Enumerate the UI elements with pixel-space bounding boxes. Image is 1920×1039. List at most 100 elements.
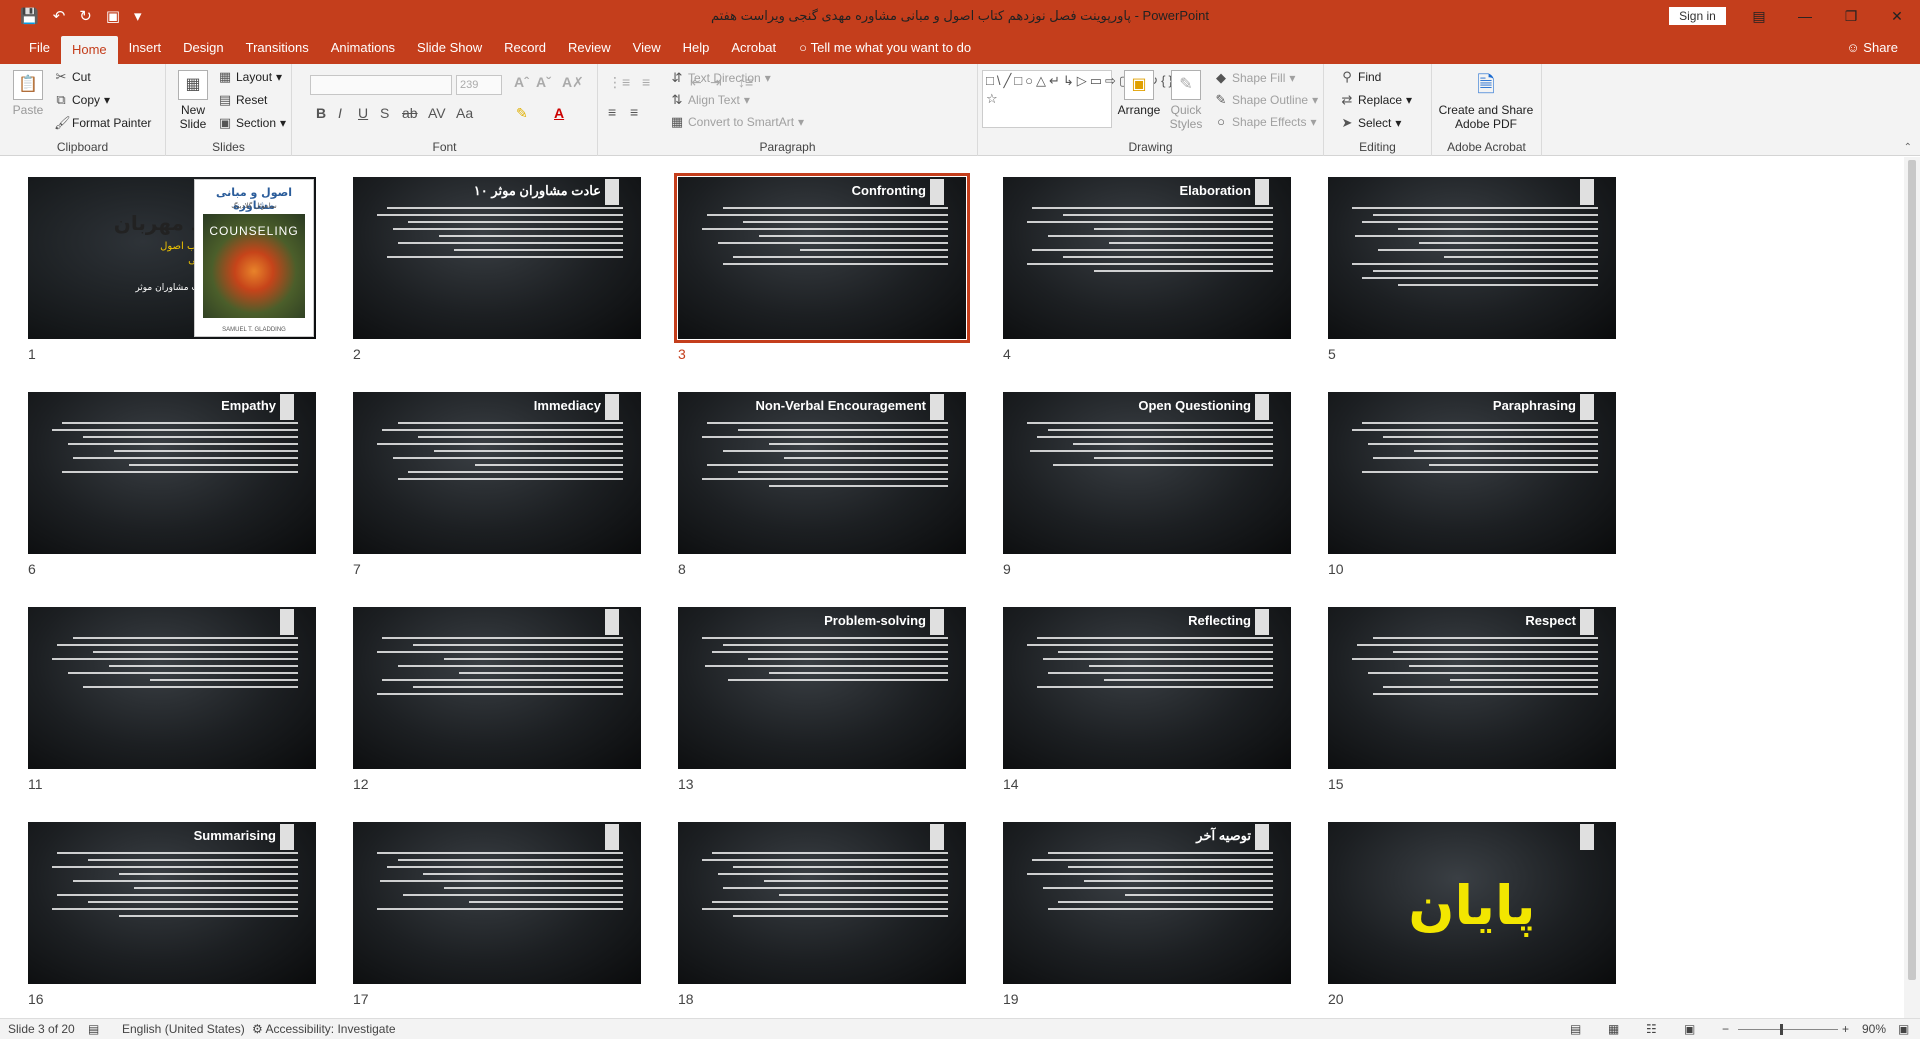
align-center-icon[interactable]: ≡	[630, 104, 638, 120]
slide-thumbnail-15[interactable]: Respect	[1328, 607, 1616, 769]
slide-thumbnail-2[interactable]: ۱۰ عادت مشاوران موثر	[353, 177, 641, 339]
accessibility-status[interactable]: ⚙ Accessibility: Investigate	[252, 1022, 396, 1036]
slide-thumbnail-14[interactable]: Reflecting	[1003, 607, 1291, 769]
select-button[interactable]: ➤ Select ▾	[1340, 116, 1402, 131]
tab-design[interactable]: Design	[172, 32, 234, 64]
slide-thumbnail-10[interactable]: Paraphrasing	[1328, 392, 1616, 554]
strikethrough-icon[interactable]: ab	[402, 105, 418, 121]
tab-view[interactable]: View	[622, 32, 672, 64]
undo-icon[interactable]: ↶	[53, 9, 66, 24]
copy-button[interactable]: ⧉ Copy ▾	[54, 93, 110, 108]
tab-slide-show[interactable]: Slide Show	[406, 32, 493, 64]
zoom-in-icon[interactable]: +	[1842, 1022, 1849, 1036]
zoom-slider[interactable]	[1738, 1029, 1838, 1030]
scrollbar-thumb[interactable]	[1908, 160, 1916, 980]
arrange-button[interactable]: ▣ Arrange	[1116, 70, 1162, 117]
save-icon[interactable]: 💾	[20, 9, 39, 24]
normal-view-icon[interactable]: ▤	[1570, 1022, 1581, 1036]
tab-review[interactable]: Review	[557, 32, 622, 64]
customize-icon[interactable]: ▾	[134, 9, 142, 24]
reading-view-icon[interactable]: ☷	[1646, 1022, 1657, 1036]
shrink-font-icon[interactable]: Aˇ	[536, 74, 551, 90]
change-case-icon[interactable]: Aa	[456, 105, 473, 121]
italic-icon[interactable]: I	[338, 105, 342, 121]
tab-file[interactable]: File	[18, 32, 61, 64]
slide-thumbnail-13[interactable]: Problem-solving	[678, 607, 966, 769]
slide-thumbnail-4[interactable]: Elaboration	[1003, 177, 1291, 339]
redo-icon[interactable]: ↻	[79, 9, 92, 24]
grow-font-icon[interactable]: Aˆ	[514, 74, 529, 90]
font-color-icon[interactable]: A	[554, 105, 564, 121]
numbering-icon[interactable]: ≡	[642, 74, 650, 90]
align-left-icon[interactable]: ≡	[608, 104, 616, 120]
minimize-icon[interactable]: —	[1782, 0, 1828, 32]
maximize-icon[interactable]: ❐	[1828, 0, 1874, 32]
replace-button[interactable]: ⇄ Replace ▾	[1340, 93, 1413, 108]
tab-animations[interactable]: Animations	[320, 32, 406, 64]
quick-styles-label: Quick Styles	[1169, 103, 1203, 131]
slide-thumbnail-12[interactable]	[353, 607, 641, 769]
tab-home[interactable]: Home	[60, 36, 118, 64]
shadow-icon[interactable]: S	[380, 105, 389, 121]
paste-button[interactable]: 📋 Paste	[8, 70, 48, 117]
font-name-combo[interactable]	[310, 75, 452, 95]
highlight-icon[interactable]: ✎	[516, 105, 528, 122]
slide-sorter-view-icon[interactable]: ▦	[1608, 1022, 1619, 1036]
tab-transitions[interactable]: Transitions	[235, 32, 320, 64]
slide-thumbnail-11[interactable]	[28, 607, 316, 769]
shapes-gallery[interactable]: □\╱□○△↵↳▷▭⇨▢◇↻{}☆	[982, 70, 1173, 128]
language-status[interactable]: English (United States)	[122, 1022, 245, 1036]
new-slide-button[interactable]: ▦ New Slide	[172, 70, 214, 131]
slide-thumbnail-3[interactable]: Confronting	[674, 173, 970, 343]
convert-smartart-button[interactable]: ▦ Convert to SmartArt ▾	[670, 115, 804, 130]
close-icon[interactable]: ✕	[1874, 0, 1920, 32]
sign-in-button[interactable]: Sign in	[1669, 7, 1726, 25]
tab-record[interactable]: Record	[493, 32, 557, 64]
cut-button[interactable]: ✂ Cut	[54, 70, 91, 85]
shape-outline-button[interactable]: ✎ Shape Outline ▾	[1214, 93, 1319, 108]
create-share-pdf-button[interactable]: 🗎 Create and Share Adobe PDF	[1438, 70, 1534, 132]
zoom-slider-thumb[interactable]	[1780, 1024, 1783, 1035]
text-direction-button[interactable]: ⇵ Text Direction ▾	[670, 71, 771, 86]
format-painter-button[interactable]: 🖌 Format Painter	[54, 116, 151, 131]
slide-thumbnail-9[interactable]: Open Questioning	[1003, 392, 1291, 554]
find-button[interactable]: ⚲ Find	[1340, 70, 1381, 85]
slide-thumbnail-18[interactable]	[678, 822, 966, 984]
section-button[interactable]: ▣ Section ▾	[218, 116, 286, 131]
quick-styles-button[interactable]: ✎ Quick Styles	[1164, 70, 1208, 131]
bold-icon[interactable]: B	[316, 105, 326, 121]
present-icon[interactable]: ▣	[106, 9, 120, 24]
shape-fill-button[interactable]: ◆ Shape Fill ▾	[1214, 71, 1295, 86]
zoom-level[interactable]: 90%	[1862, 1022, 1886, 1036]
zoom-out-icon[interactable]: −	[1722, 1022, 1729, 1036]
slide-thumbnail-1[interactable]: بنام خداوند مهربانپاورپوینت فصل نوزدهم ک…	[28, 177, 316, 339]
slide-sorter[interactable]: بنام خداوند مهربانپاورپوینت فصل نوزدهم ک…	[0, 157, 1904, 1018]
tab-help[interactable]: Help	[672, 32, 721, 64]
slide-thumbnail-7[interactable]: Immediacy	[353, 392, 641, 554]
slide-thumbnail-5[interactable]	[1328, 177, 1616, 339]
slide-thumbnail-16[interactable]: Summarising	[28, 822, 316, 984]
clear-format-icon[interactable]: A✗	[562, 74, 584, 91]
tell-me-search[interactable]: ○ Tell me what you want to do	[799, 32, 971, 64]
reset-button[interactable]: ▤ Reset	[218, 93, 268, 108]
ribbon-display-icon[interactable]: ▤	[1736, 0, 1782, 32]
slide-thumbnail-8[interactable]: Non-Verbal Encouragement	[678, 392, 966, 554]
shape-effects-button[interactable]: ○ Shape Effects ▾	[1214, 115, 1316, 130]
slide-thumbnail-20[interactable]: پایان	[1328, 822, 1616, 984]
tab-acrobat[interactable]: Acrobat	[720, 32, 787, 64]
spell-check-icon[interactable]: ▤	[88, 1022, 99, 1036]
slide-thumbnail-6[interactable]: Empathy	[28, 392, 316, 554]
layout-button[interactable]: ▦ Layout ▾	[218, 70, 282, 85]
slideshow-view-icon[interactable]: ▣	[1684, 1022, 1695, 1036]
font-size-combo[interactable]: 239	[456, 75, 502, 95]
bullets-icon[interactable]: ⋮≡	[608, 74, 630, 91]
collapse-ribbon-icon[interactable]: ⌃	[1904, 142, 1912, 153]
align-text-button[interactable]: ⇅ Align Text ▾	[670, 93, 750, 108]
fit-slide-icon[interactable]: ▣	[1898, 1022, 1909, 1036]
share-button[interactable]: ☺ Share	[1846, 32, 1898, 64]
slide-thumbnail-19[interactable]: توصیه آخر	[1003, 822, 1291, 984]
tab-insert[interactable]: Insert	[118, 32, 173, 64]
underline-icon[interactable]: U	[358, 105, 368, 121]
slide-thumbnail-17[interactable]	[353, 822, 641, 984]
spacing-icon[interactable]: AV	[428, 105, 446, 121]
